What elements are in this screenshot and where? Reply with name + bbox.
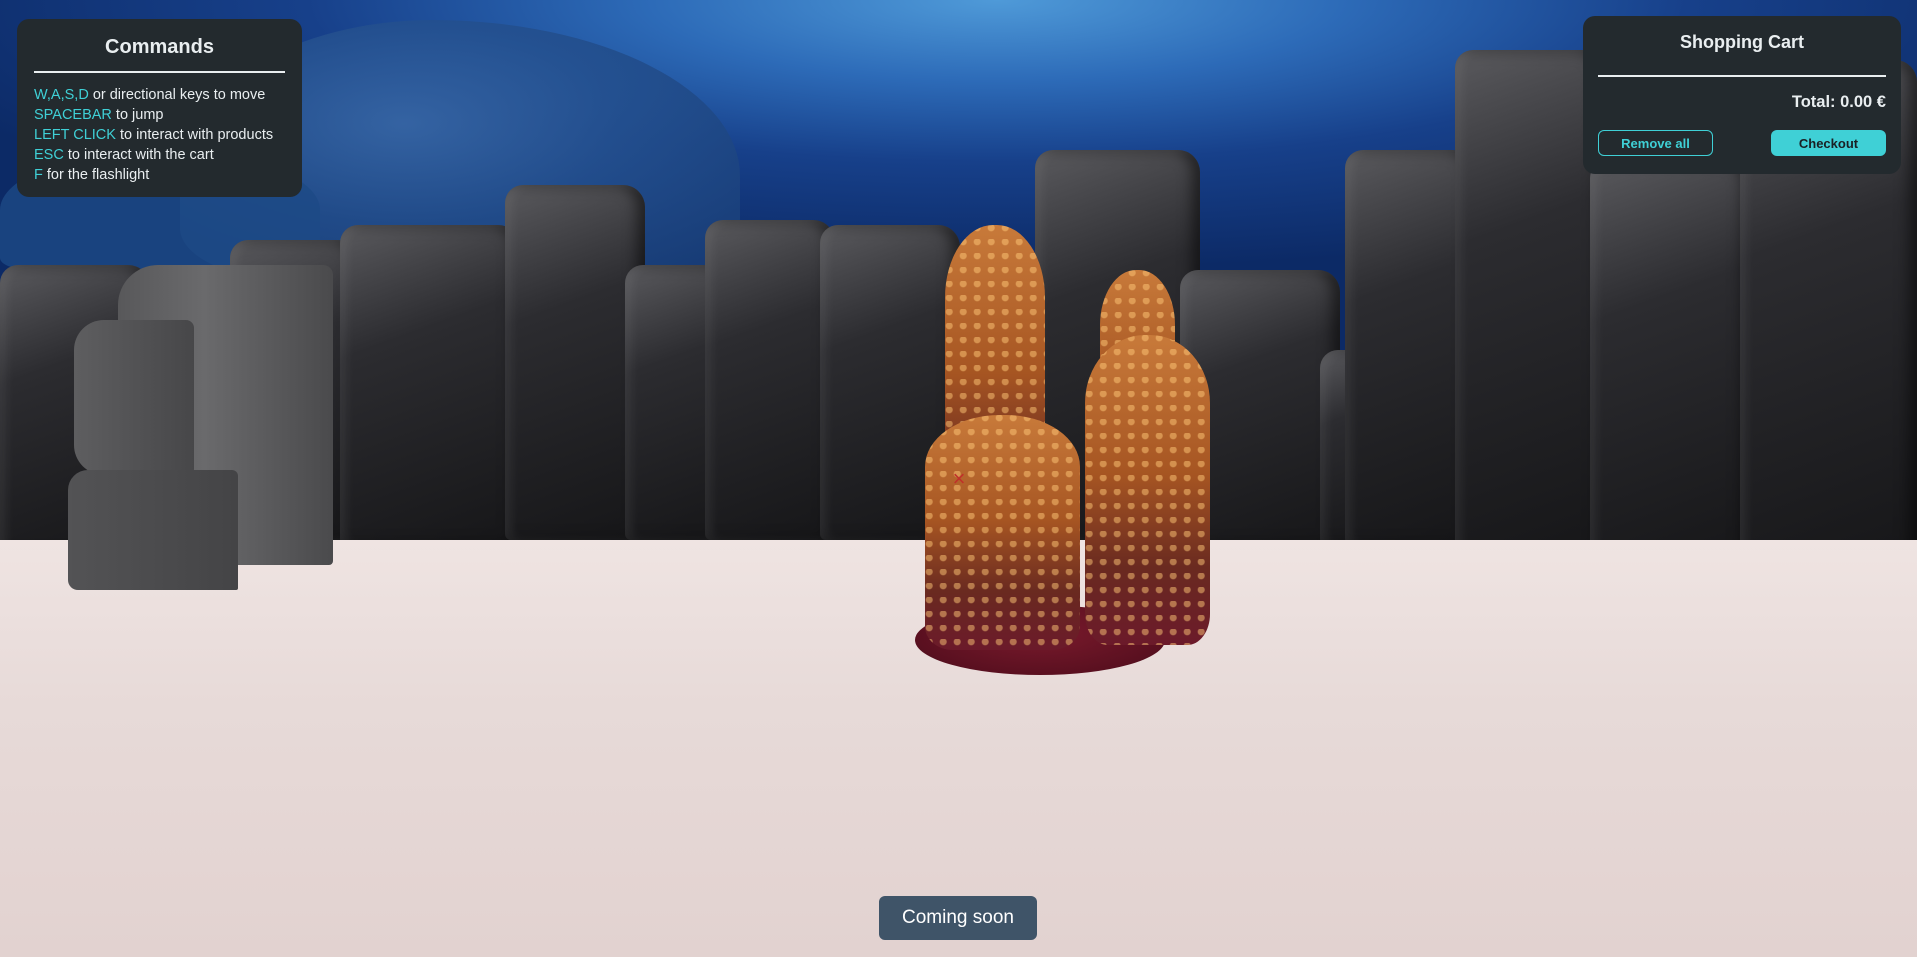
cart-title: Shopping Cart <box>1680 32 1804 52</box>
command-text: to jump <box>111 107 164 123</box>
shopping-cart-panel: Shopping Cart Total: 0.00 € Remove all C… <box>1583 16 1901 174</box>
divider <box>34 71 285 73</box>
commands-panel: Commands W,A,S,D or directional keys to … <box>17 19 302 197</box>
command-key: LEFT CLICK <box>34 127 116 143</box>
command-key: ESC <box>34 147 64 163</box>
moai-statue-chin <box>68 470 238 590</box>
remove-all-button[interactable]: Remove all <box>1598 130 1713 156</box>
command-key: F <box>34 167 43 183</box>
command-text: to interact with products <box>115 127 274 143</box>
command-key: W,A,S,D <box>34 87 89 103</box>
command-line: LEFT CLICK to interact with products <box>17 125 302 145</box>
coral-product[interactable] <box>925 415 1080 650</box>
crosshair-icon: × <box>952 466 966 491</box>
divider <box>1598 75 1886 77</box>
command-text: for the flashlight <box>42 167 150 183</box>
rock-formation <box>340 225 520 545</box>
command-text: or directional keys to move <box>88 87 266 103</box>
commands-title: Commands <box>105 36 214 58</box>
rock-formation <box>705 220 835 540</box>
command-line: W,A,S,D or directional keys to move <box>17 85 302 105</box>
command-line: F for the flashlight <box>17 165 302 185</box>
command-line: SPACEBAR to jump <box>17 105 302 125</box>
rock-formation <box>505 185 645 540</box>
moai-statue-nose <box>74 320 194 475</box>
command-key: SPACEBAR <box>34 107 112 123</box>
coming-soon-toast: Coming soon <box>879 896 1037 940</box>
cart-total: Total: 0.00 € <box>1791 93 1886 111</box>
coral-product[interactable] <box>1085 335 1210 645</box>
command-text: to interact with the cart <box>63 147 214 163</box>
checkout-button[interactable]: Checkout <box>1771 130 1886 156</box>
rock-formation <box>1590 160 1750 570</box>
command-line: ESC to interact with the cart <box>17 145 302 165</box>
